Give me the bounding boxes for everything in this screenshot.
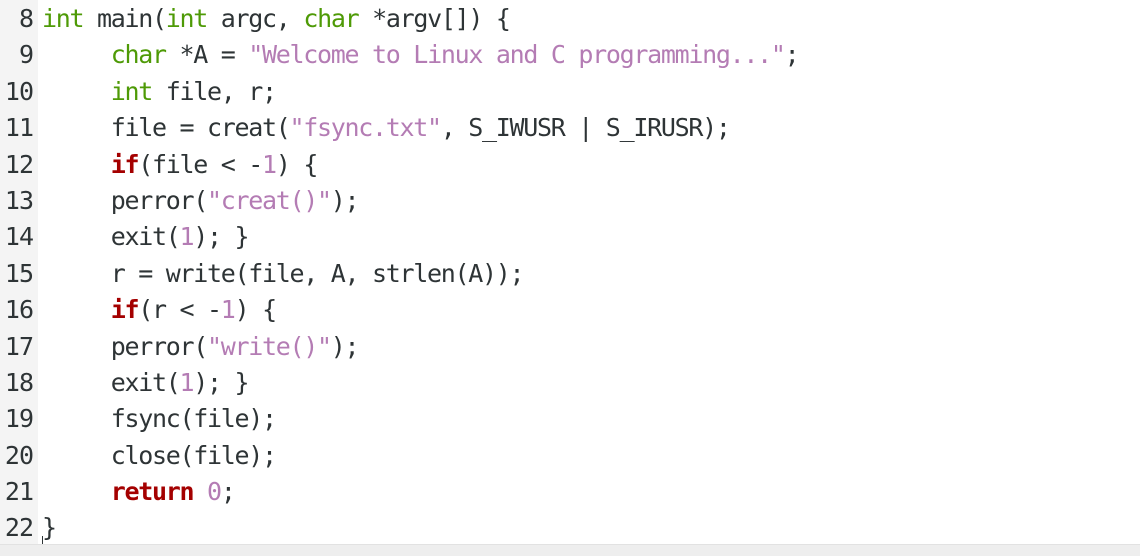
code-text: ) { [234, 295, 278, 325]
line-content[interactable]: return 0; [38, 474, 236, 510]
line-content[interactable]: perror("creat()"); [38, 183, 360, 219]
number-literal: 1 [262, 149, 277, 179]
line-content[interactable]: file = creat("fsync.txt", S_IWUSR | S_IR… [38, 110, 731, 146]
code-text: ); [330, 185, 360, 215]
code-line[interactable]: 8 int main(int argc, char *argv[]) { [0, 1, 1140, 37]
code-text: file = creat( [42, 113, 291, 143]
line-content[interactable]: char *A = "Welcome to Linux and C progra… [38, 37, 800, 73]
line-content[interactable]: fsync(file); [38, 401, 277, 437]
line-content[interactable]: if(r < -1) { [38, 292, 278, 328]
code-lines[interactable]: 8 int main(int argc, char *argv[]) {9 cha… [0, 0, 1140, 544]
line-content[interactable]: r = write(file, A, strlen(A)); [38, 256, 525, 292]
line-number: 19 [4, 404, 34, 434]
line-content[interactable]: if(file < -1) { [38, 147, 319, 183]
line-number: 18 [4, 367, 34, 397]
number-literal: 1 [220, 295, 236, 325]
type-keyword: char [110, 40, 167, 70]
number-literal: 1 [179, 367, 195, 397]
code-line[interactable]: 18 exit(1); } [0, 365, 1140, 401]
code-line[interactable]: 15 r = write(file, A, strlen(A)); [0, 256, 1140, 292]
string-literal: "Welcome to Linux and C programming..." [248, 40, 786, 70]
code-text: fsync(file); [42, 404, 277, 434]
control-keyword: if [110, 149, 140, 179]
number-literal: 0 [207, 477, 222, 507]
code-text: , S_IWUSR | S_IRUSR); [440, 113, 731, 143]
code-text: ); [330, 331, 360, 361]
string-literal: "write()" [207, 331, 332, 361]
line-number: 16 [4, 295, 34, 325]
code-text: exit( [42, 367, 181, 397]
code-line[interactable]: 13 perror("creat()"); [0, 183, 1140, 219]
code-text: file, r; [152, 76, 277, 106]
control-keyword: return [110, 477, 195, 507]
string-literal: "fsync.txt" [289, 113, 443, 143]
line-number: 11 [4, 113, 34, 143]
type-keyword: int [42, 4, 85, 33]
code-text: (r < - [138, 295, 222, 325]
code-text: ); } [193, 367, 249, 397]
line-number: 13 [4, 185, 34, 215]
code-line[interactable]: 10 int file, r; [0, 74, 1140, 110]
control-keyword: if [110, 295, 140, 325]
code-line[interactable]: 11 file = creat("fsync.txt", S_IWUSR | S… [0, 110, 1140, 146]
line-content[interactable]: int file, r; [38, 74, 277, 110]
code-text: perror( [42, 331, 209, 361]
line-number: 12 [4, 149, 34, 179]
line-content[interactable]: perror("write()"); [38, 329, 360, 365]
code-line[interactable]: 12 if(file < -1) { [0, 147, 1140, 183]
line-number: 20 [4, 440, 34, 470]
horizontal-scrollbar[interactable] [0, 544, 1140, 556]
code-text: ; [784, 40, 800, 70]
code-line[interactable]: 22} [0, 510, 1140, 544]
code-text: exit( [42, 222, 181, 252]
code-text: ; [220, 477, 236, 507]
line-number: 8 [18, 4, 34, 33]
code-text: r = write(file, A, strlen(A)); [42, 258, 525, 288]
line-number: 9 [18, 40, 34, 70]
code-line[interactable]: 14 exit(1); } [0, 219, 1140, 255]
line-number: 22 [4, 513, 34, 543]
code-text: perror( [42, 185, 209, 215]
line-number: 21 [4, 477, 34, 507]
code-line[interactable]: 20 close(file); [0, 438, 1140, 474]
code-text: (file < - [138, 149, 263, 179]
line-content[interactable]: close(file); [38, 438, 277, 474]
string-literal: "creat()" [207, 185, 332, 215]
code-line[interactable]: 17 perror("write()"); [0, 329, 1140, 365]
code-editor[interactable]: 8 int main(int argc, char *argv[]) {9 cha… [0, 0, 1140, 544]
code-text: ); } [193, 222, 249, 252]
line-number: 17 [4, 331, 34, 361]
line-content[interactable]: int main(int argc, char *argv[]) { [38, 1, 511, 37]
line-content[interactable]: exit(1); } [38, 219, 250, 255]
line-content[interactable]: exit(1); } [38, 365, 250, 401]
code-text: close(file); [42, 440, 277, 470]
code-line[interactable]: 21 return 0; [0, 474, 1140, 510]
line-number: 14 [4, 222, 34, 252]
code-text: } [42, 513, 57, 543]
type-keyword: char [303, 4, 359, 33]
code-text: argc, [207, 4, 304, 33]
type-keyword: int [165, 4, 209, 33]
code-line[interactable]: 19 fsync(file); [0, 401, 1140, 437]
code-text: main( [83, 4, 167, 33]
line-content[interactable]: } [38, 510, 57, 544]
code-text: *A = [165, 40, 249, 70]
number-literal: 1 [179, 222, 195, 252]
code-line[interactable]: 16 if(r < -1) { [0, 292, 1140, 328]
line-number: 15 [4, 258, 34, 288]
type-keyword: int [110, 76, 154, 106]
code-line[interactable]: 9 char *A = "Welcome to Linux and C prog… [0, 37, 1140, 73]
code-text: *argv[]) { [358, 4, 511, 33]
code-text: ) { [275, 149, 319, 179]
line-number: 10 [4, 76, 34, 106]
